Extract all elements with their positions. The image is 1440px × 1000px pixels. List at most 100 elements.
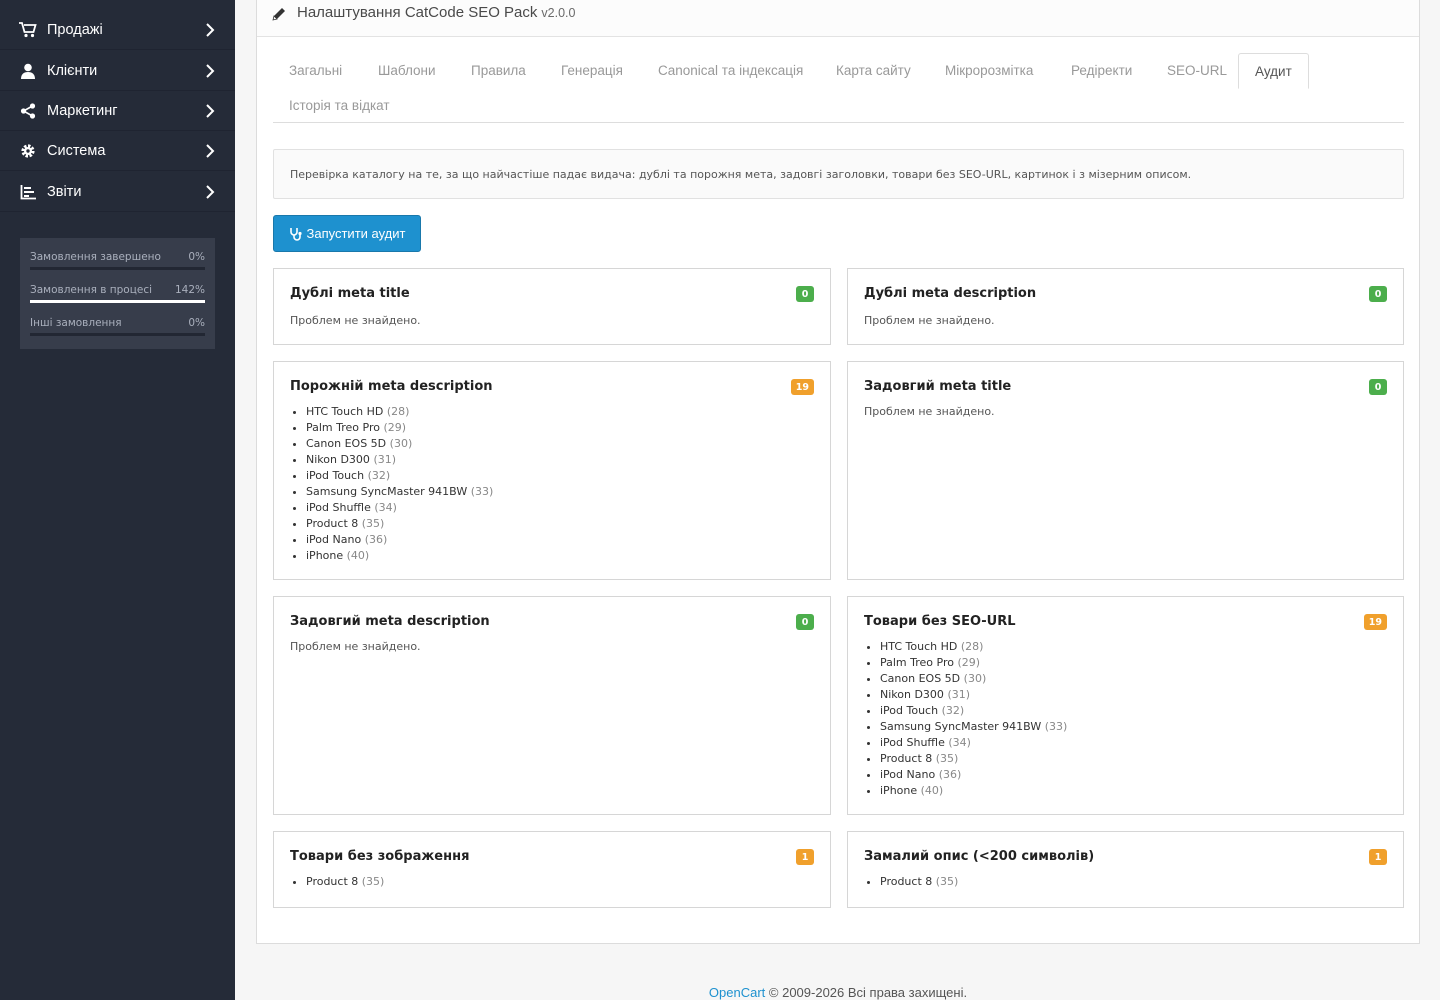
run-audit-label: Запустити аудит bbox=[306, 226, 406, 241]
product-name: iPhone bbox=[306, 549, 344, 562]
product-name: iPod Nano bbox=[880, 768, 936, 781]
product-name: iPod Touch bbox=[306, 469, 365, 482]
no-issues-text: Проблем не знайдено. bbox=[290, 640, 421, 653]
settings-panel: Налаштування CatCode SEO Pack v2.0.0 Зага… bbox=[256, 0, 1420, 944]
stethoscope-icon bbox=[289, 227, 303, 241]
product-name: iPod Shuffle bbox=[306, 501, 371, 514]
card-title: Товари без зображення bbox=[290, 849, 470, 864]
sidebar-item-customers[interactable]: Клієнти bbox=[0, 51, 235, 91]
tab-general[interactable]: Загальні bbox=[273, 53, 358, 89]
tab-templates[interactable]: Шаблони bbox=[362, 53, 452, 89]
stat-value: 142% bbox=[174, 284, 205, 296]
sidebar-item-reports[interactable]: Звіти bbox=[0, 172, 235, 212]
issue-count-badge: 19 bbox=[1363, 614, 1387, 630]
info-text: Перевірка каталогу на те, за що найчасті… bbox=[290, 167, 1192, 181]
list-item: Canon EOS 5D (30) bbox=[880, 671, 1067, 687]
stat-label: Замовлення завершено bbox=[30, 251, 161, 263]
product-id: (36) bbox=[364, 533, 388, 546]
tab-canonical[interactable]: Canonical та індексація bbox=[642, 53, 819, 89]
no-issues-text: Проблем не знайдено. bbox=[290, 314, 421, 327]
tab-rules[interactable]: Правила bbox=[455, 53, 542, 89]
card-title: Дублі meta description bbox=[864, 286, 1037, 301]
stat-completed: Замовлення завершено 0% bbox=[30, 251, 205, 279]
list-item: Nikon D300 (31) bbox=[880, 687, 1067, 703]
list-item: Samsung SyncMaster 941BW (33) bbox=[880, 719, 1067, 735]
card-no-image: Товари без зображення 1 Product 8 (35) bbox=[273, 831, 831, 908]
opencart-link[interactable]: OpenCart bbox=[709, 985, 765, 1000]
list-item: iPod Nano (36) bbox=[306, 532, 493, 548]
product-name: Product 8 bbox=[880, 875, 933, 888]
sidebar-item-label: Маркетинг bbox=[47, 102, 118, 119]
product-id: (36) bbox=[938, 768, 962, 781]
product-id: (28) bbox=[960, 640, 984, 653]
progress-fill bbox=[30, 300, 205, 303]
sidebar-item-system[interactable]: Система bbox=[0, 131, 235, 171]
sidebar-item-label: Звіти bbox=[47, 183, 82, 200]
run-audit-button[interactable]: Запустити аудит bbox=[273, 215, 421, 252]
product-list: Product 8 (35) bbox=[306, 874, 384, 890]
share-icon bbox=[19, 102, 37, 120]
product-id: (34) bbox=[948, 736, 971, 749]
list-item: iPod Shuffle (34) bbox=[306, 500, 493, 516]
product-id: (30) bbox=[963, 672, 987, 685]
product-name: Canon EOS 5D bbox=[880, 672, 961, 685]
card-title: Порожній meta description bbox=[290, 379, 493, 394]
sidebar-item-label: Система bbox=[47, 142, 106, 159]
card-long-meta-title: Задовгий meta title 0 Проблем не знайден… bbox=[847, 361, 1404, 580]
product-id: (35) bbox=[361, 517, 385, 530]
product-name: Product 8 bbox=[306, 875, 359, 888]
sidebar-item-sales[interactable]: Продажі bbox=[0, 10, 235, 50]
product-name: Product 8 bbox=[306, 517, 359, 530]
tab-audit[interactable]: Аудит bbox=[1238, 53, 1309, 89]
tab-seo-url[interactable]: SEO-URL bbox=[1151, 53, 1243, 89]
list-item: HTC Touch HD (28) bbox=[880, 639, 1067, 655]
product-name: iPod Touch bbox=[880, 704, 939, 717]
product-id: (33) bbox=[470, 485, 494, 498]
tab-history[interactable]: Історія та відкат bbox=[273, 88, 406, 124]
product-id: (34) bbox=[374, 501, 397, 514]
product-name: iPod Nano bbox=[306, 533, 362, 546]
tab-redirects[interactable]: Редіректи bbox=[1055, 53, 1148, 89]
product-list: HTC Touch HD (28) Palm Treo Pro (29) Can… bbox=[880, 639, 1067, 799]
sidebar-item-label: Клієнти bbox=[47, 62, 98, 79]
stat-label: Замовлення в процесі bbox=[30, 284, 153, 296]
list-item: iPhone (40) bbox=[880, 783, 1067, 799]
list-item: iPod Shuffle (34) bbox=[880, 735, 1067, 751]
card-title: Замалий опис (<200 символів) bbox=[864, 849, 1095, 864]
product-id: (32) bbox=[367, 469, 391, 482]
bar-chart-icon bbox=[19, 183, 37, 201]
audit-info: Перевірка каталогу на те, за що найчасті… bbox=[273, 149, 1404, 199]
list-item: Product 8 (35) bbox=[880, 874, 958, 890]
list-item: Nikon D300 (31) bbox=[306, 452, 493, 468]
list-item: Palm Treo Pro (29) bbox=[306, 420, 493, 436]
issue-count-badge: 1 bbox=[796, 849, 814, 865]
sidebar-item-marketing[interactable]: Маркетинг bbox=[0, 91, 235, 131]
product-name: Palm Treo Pro bbox=[306, 421, 380, 434]
card-long-meta-description: Задовгий meta description 0 Проблем не з… bbox=[273, 596, 831, 815]
issue-count-badge: 1 bbox=[1369, 849, 1387, 865]
list-item: Product 8 (35) bbox=[306, 874, 384, 890]
stat-value: 0% bbox=[188, 251, 205, 263]
product-name: HTC Touch HD bbox=[306, 405, 384, 418]
product-name: Canon EOS 5D bbox=[306, 437, 387, 450]
list-item: iPod Touch (32) bbox=[306, 468, 493, 484]
product-id: (32) bbox=[941, 704, 965, 717]
card-short-description: Замалий опис (<200 символів) 1 Product 8… bbox=[847, 831, 1404, 908]
product-list: HTC Touch HD (28) Palm Treo Pro (29) Can… bbox=[306, 404, 493, 564]
tab-microdata[interactable]: Мікророзмітка bbox=[929, 53, 1049, 89]
page-title: Налаштування CatCode SEO Pack v2.0.0 bbox=[297, 4, 575, 21]
chevron-right-icon bbox=[204, 104, 216, 118]
issue-count-badge: 0 bbox=[796, 286, 814, 302]
card-title: Задовгий meta description bbox=[290, 614, 490, 629]
tab-sitemap[interactable]: Карта сайту bbox=[820, 53, 927, 89]
product-id: (40) bbox=[346, 549, 370, 562]
sidebar: Продажі Клієнти Маркетинг Система Звіти … bbox=[0, 0, 235, 1000]
stat-label: Інші замовлення bbox=[30, 317, 122, 329]
sidebar-item-label: Продажі bbox=[47, 21, 103, 38]
issue-count-badge: 0 bbox=[1369, 286, 1387, 302]
list-item: Product 8 (35) bbox=[880, 751, 1067, 767]
list-item: Palm Treo Pro (29) bbox=[880, 655, 1067, 671]
tab-generation[interactable]: Генерація bbox=[545, 53, 639, 89]
footer: OpenCart © 2009-2026 Всі права захищені. bbox=[256, 985, 1420, 1000]
card-duplicate-meta-title: Дублі meta title 0 Проблем не знайдено. bbox=[273, 268, 831, 345]
